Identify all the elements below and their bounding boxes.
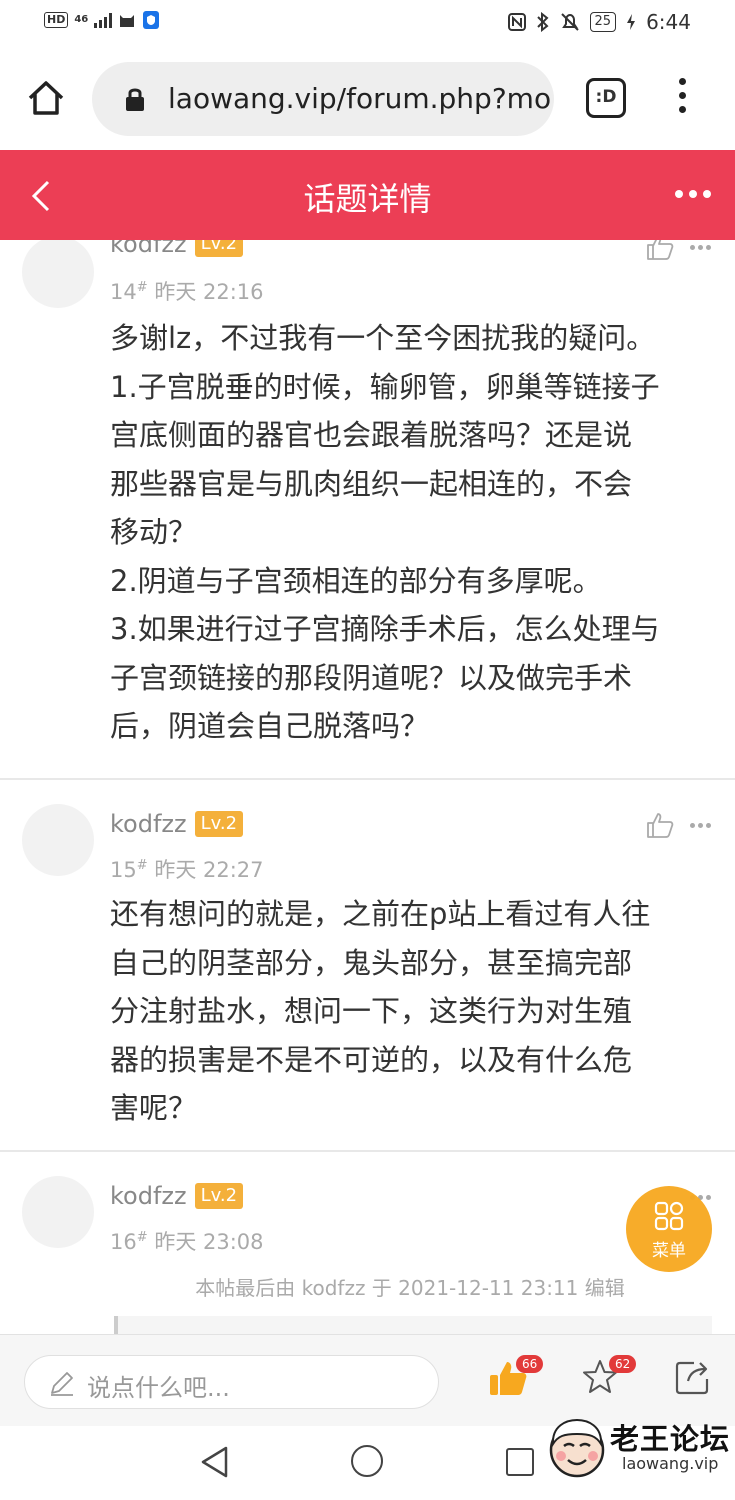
post-time: 昨天 23:08 — [154, 1230, 264, 1254]
hd-indicator: HD — [44, 12, 69, 28]
post-line: 宫底侧面的器官也会跟着脱落吗？还是说 — [110, 418, 633, 452]
post-line: 后，阴道会自己脱落吗？ — [110, 709, 430, 743]
watermark-title: 老王论坛 — [610, 1422, 731, 1456]
edit-note: 本帖最后由 kodfzz 于 2021-12-11 23:11 编辑 — [195, 1276, 625, 1300]
network-type: 46 — [74, 14, 89, 25]
comment-bar: 说点什么吧... 66 62 — [0, 1334, 735, 1426]
status-bar: HD 46 25 6:44 — [0, 0, 735, 48]
author-name[interactable]: kodfzz — [110, 1182, 187, 1210]
post-time: 昨天 22:27 — [154, 858, 264, 882]
level-badge: Lv.2 — [194, 811, 244, 837]
clock: 6:44 — [646, 10, 691, 34]
address-bar[interactable]: laowang.vip/forum.php?mo — [92, 62, 554, 136]
avatar[interactable] — [22, 240, 94, 308]
lock-icon — [126, 88, 144, 111]
more-options-icon[interactable] — [675, 190, 711, 198]
pencil-icon — [51, 1372, 73, 1396]
post-author[interactable]: kodfzz Lv.2 — [110, 1182, 244, 1210]
thumbs-up-icon[interactable] — [645, 810, 675, 840]
floor-number: 14 — [110, 280, 137, 304]
post-line: 还有想问的就是，之前在p站上看过有人往 — [110, 897, 651, 931]
grid-menu-icon — [654, 1201, 684, 1231]
watermark-url: laowang.vip — [622, 1454, 719, 1473]
post-line: 1.子宫脱垂的时候，输卵管，卵巢等链接子 — [110, 369, 660, 404]
comment-placeholder: 说点什么吧... — [87, 1374, 230, 1402]
comment-input[interactable]: 说点什么吧... — [24, 1355, 439, 1409]
author-name[interactable]: kodfzz — [110, 810, 187, 838]
post-item: kodfzz Lv.2 14# 昨天 22:16 多谢lz，不过我有一个至今困扰… — [0, 240, 735, 780]
floor-mark: # — [136, 280, 148, 295]
post-line: 器的损害是不是不可逆的，以及有什么危 — [110, 1042, 633, 1077]
post-item: kodfzz Lv.2 16# 昨天 23:08 本帖最后由 kodfzz 于 … — [0, 1152, 735, 1334]
charging-icon — [627, 14, 636, 30]
battery-indicator: 25 — [589, 12, 617, 32]
thumbs-up-icon[interactable] — [645, 240, 675, 262]
post-meta: 14# 昨天 22:16 — [110, 276, 264, 306]
browser-menu-icon[interactable] — [670, 78, 694, 120]
floor-mark: # — [136, 1230, 148, 1245]
nav-recent-icon[interactable] — [506, 1448, 534, 1476]
browser-toolbar: laowang.vip/forum.php?mo :D — [0, 48, 735, 150]
author-name[interactable]: kodfzz — [110, 240, 187, 258]
nav-back-icon[interactable] — [198, 1444, 232, 1480]
site-watermark: 老王论坛 laowang.vip — [544, 1414, 730, 1488]
post-options-icon[interactable] — [690, 823, 711, 828]
floor-number: 15 — [110, 858, 137, 882]
signal-icon — [94, 12, 113, 28]
quote-block — [114, 1316, 712, 1334]
app-header: 话题详情 — [0, 150, 735, 240]
post-options-icon[interactable] — [690, 245, 711, 250]
status-right: 25 6:44 — [507, 10, 691, 34]
level-badge: Lv.2 — [194, 240, 244, 257]
post-line: 移动？ — [110, 515, 198, 549]
floating-menu-button[interactable]: 菜单 — [626, 1186, 712, 1272]
post-list[interactable]: kodfzz Lv.2 14# 昨天 22:16 多谢lz，不过我有一个至今困扰… — [0, 240, 735, 1334]
floor-mark: # — [136, 858, 148, 873]
mute-bell-icon — [560, 13, 579, 31]
level-badge: Lv.2 — [194, 1183, 244, 1209]
post-line: 那些器官是与肌肉组织一起相连的，不会 — [110, 466, 633, 501]
star-count-badge: 62 — [609, 1355, 637, 1373]
like-count-badge: 66 — [516, 1355, 544, 1373]
post-author[interactable]: kodfzz Lv.2 — [110, 810, 244, 838]
post-meta: 16# 昨天 23:08 — [110, 1226, 264, 1256]
shield-icon — [143, 11, 160, 29]
post-author[interactable]: kodfzz Lv.2 — [110, 240, 244, 258]
tab-switcher-button[interactable]: :D — [586, 78, 626, 118]
post-body: 多谢lz，不过我有一个至今困扰我的疑问。 1.子宫脱垂的时候，输卵管，卵巢等链接… — [110, 314, 716, 751]
page-title: 话题详情 — [303, 180, 432, 218]
post-meta: 15# 昨天 22:27 — [110, 854, 264, 884]
post-line: 3.如果进行过子宫摘除手术后，怎么处理与 — [110, 612, 660, 646]
status-left: HD 46 — [44, 10, 160, 30]
post-body: 还有想问的就是，之前在p站上看过有人往 自己的阴茎部分，鬼头部分，甚至搞完部 分… — [110, 890, 716, 1133]
post-line: 多谢lz，不过我有一个至今困扰我的疑问。 — [110, 321, 656, 355]
bluetooth-icon — [536, 12, 549, 32]
post-item: kodfzz Lv.2 15# 昨天 22:27 还有想问的就是，之前在p站上看… — [0, 780, 735, 1152]
post-time: 昨天 22:16 — [154, 280, 264, 304]
avatar[interactable] — [22, 1176, 94, 1248]
nav-home-icon[interactable] — [351, 1445, 383, 1477]
avatar[interactable] — [22, 804, 94, 876]
post-line: 2.阴道与子宫颈相连的部分有多厚呢。 — [110, 563, 602, 598]
post-line: 自己的阴茎部分，鬼头部分，甚至搞完部 — [110, 945, 633, 980]
post-line: 分注射盐水，想问一下，这类行为对生殖 — [110, 994, 633, 1028]
url-text[interactable]: laowang.vip/forum.php?mo — [168, 82, 551, 115]
old-man-logo-icon — [549, 1418, 605, 1478]
share-icon[interactable] — [672, 1357, 712, 1397]
post-line: 子宫颈链接的那段阴道呢？以及做完手术 — [110, 660, 633, 695]
fab-label: 菜单 — [652, 1241, 686, 1261]
floor-number: 16 — [110, 1230, 137, 1254]
cat-icon — [120, 15, 135, 27]
post-line: 害呢？ — [110, 1091, 198, 1125]
nfc-icon — [507, 13, 526, 31]
home-icon[interactable] — [26, 78, 66, 118]
